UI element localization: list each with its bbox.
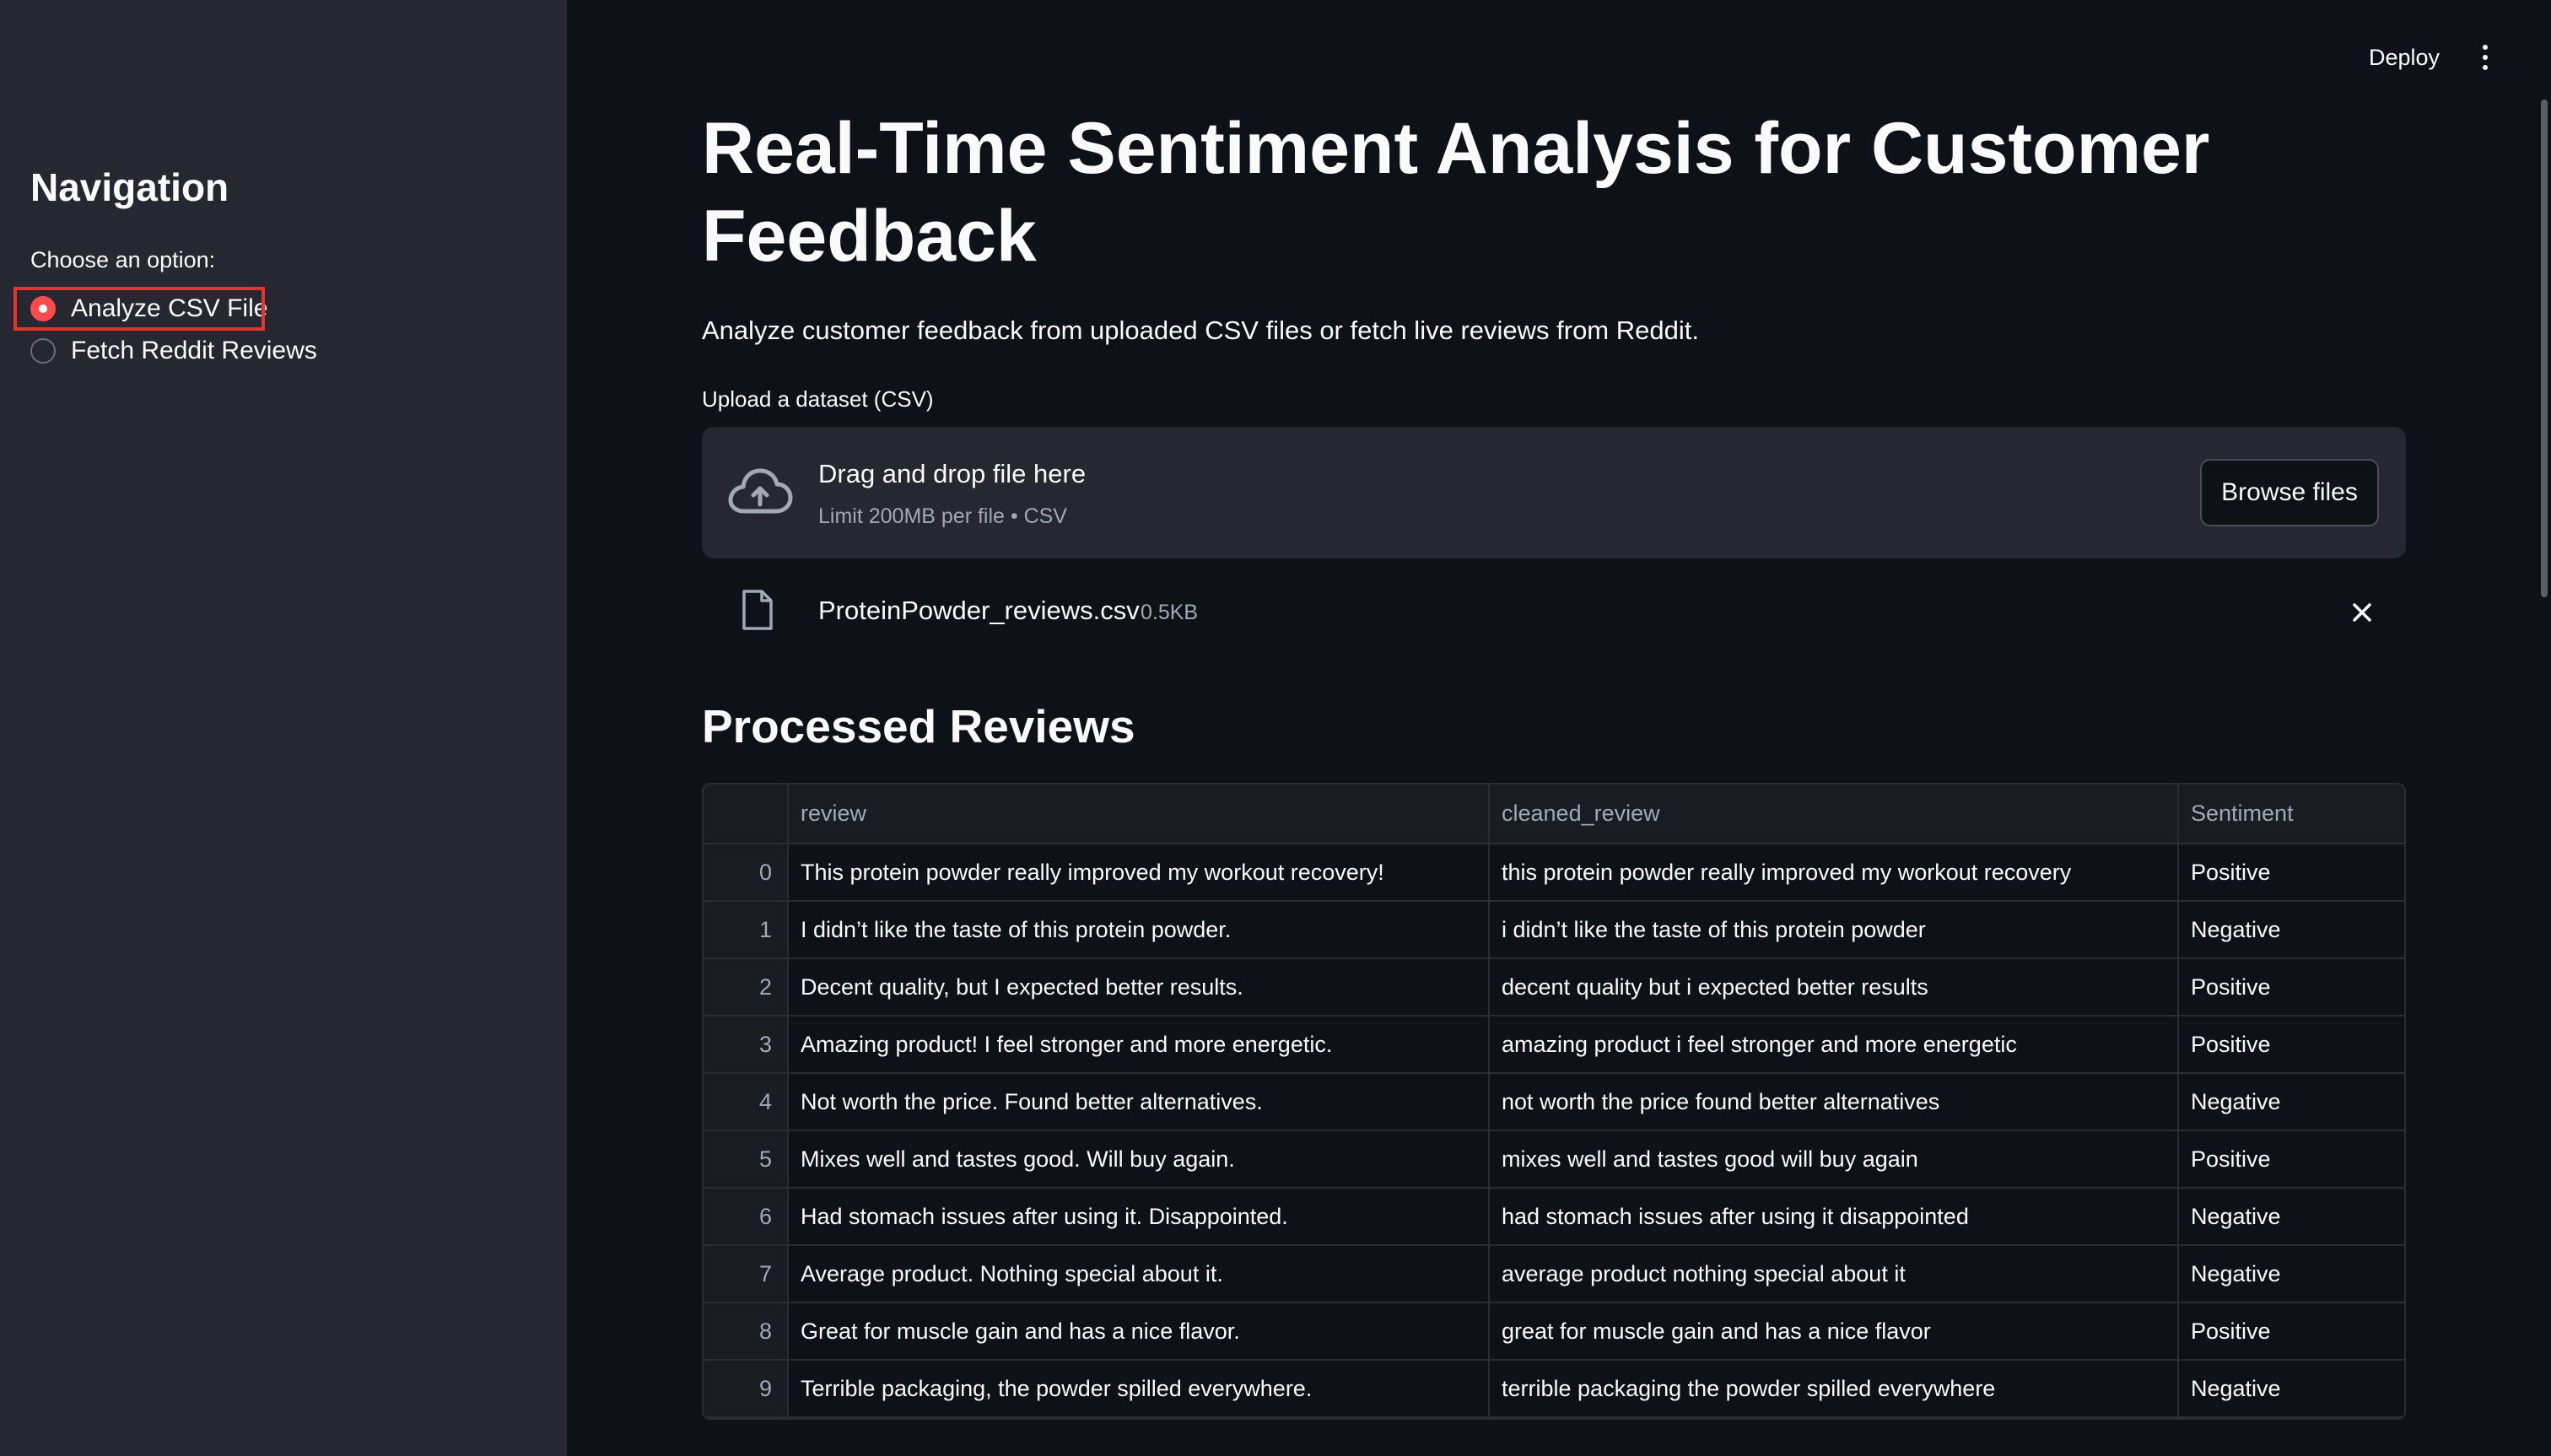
sidebar: Navigation Choose an option: Analyze CSV… — [0, 0, 567, 1456]
review-cell[interactable]: This protein powder really improved my w… — [788, 844, 1490, 902]
sidebar-title: Navigation — [30, 165, 229, 209]
review-cell[interactable]: Mixes well and tastes good. Will buy aga… — [788, 1130, 1490, 1189]
row-index[interactable]: 5 — [704, 1130, 789, 1189]
uploaded-file-name: ProteinPowder_reviews.csv — [818, 596, 1140, 625]
sentiment-cell[interactable]: Negative — [2178, 1245, 2404, 1303]
radio-unselected-icon[interactable] — [30, 338, 56, 364]
review-cell[interactable]: Decent quality, but I expected better re… — [788, 958, 1490, 1017]
sentiment-cell[interactable]: Negative — [2178, 1073, 2404, 1131]
page-title: Real-Time Sentiment Analysis for Custome… — [702, 108, 2210, 277]
row-index[interactable]: 9 — [704, 1360, 789, 1418]
column-header-sentiment[interactable]: Sentiment — [2178, 785, 2404, 844]
row-index[interactable]: 4 — [704, 1073, 789, 1131]
table-row: 2 Decent quality, but I expected better … — [704, 958, 2404, 1017]
section-title: Processed Reviews — [702, 700, 1135, 752]
radio-option-fetch-reddit[interactable]: Fetch Reddit Reviews — [30, 332, 317, 369]
dropzone-title: Drag and drop file here — [818, 459, 1087, 488]
choose-option-label: Choose an option: — [30, 247, 216, 272]
cleaned-review-cell[interactable]: this protein powder really improved my w… — [1489, 844, 2179, 902]
cleaned-review-cell[interactable]: had stomach issues after using it disapp… — [1489, 1188, 2179, 1246]
review-cell[interactable]: Great for muscle gain and has a nice fla… — [788, 1302, 1490, 1361]
cloud-upload-icon — [728, 468, 793, 514]
row-index[interactable]: 7 — [704, 1245, 789, 1303]
column-header-cleaned-review[interactable]: cleaned_review — [1489, 785, 2179, 844]
cleaned-review-cell[interactable]: i didn’t like the taste of this protein … — [1489, 901, 2179, 959]
review-cell[interactable]: Average product. Nothing special about i… — [788, 1245, 1490, 1303]
row-index[interactable]: 8 — [704, 1302, 789, 1361]
scrollbar[interactable] — [2541, 100, 2548, 597]
table-row: 6 Had stomach issues after using it. Dis… — [704, 1188, 2404, 1246]
sentiment-cell[interactable]: Negative — [2178, 901, 2404, 959]
file-dropzone[interactable]: Drag and drop file here Limit 200MB per … — [702, 427, 2406, 558]
browse-files-button[interactable]: Browse files — [2200, 459, 2379, 526]
row-index[interactable]: 6 — [704, 1188, 789, 1246]
sentiment-cell[interactable]: Positive — [2178, 844, 2404, 902]
sentiment-cell[interactable]: Positive — [2178, 1302, 2404, 1361]
review-cell[interactable]: I didn’t like the taste of this protein … — [788, 901, 1490, 959]
annotation-highlight-box — [13, 287, 265, 331]
page-subtitle: Analyze customer feedback from uploaded … — [702, 315, 1699, 345]
table-row: 1 I didn’t like the taste of this protei… — [704, 901, 2404, 959]
column-header-review[interactable]: review — [788, 785, 1490, 844]
reviews-table[interactable]: review cleaned_review Sentiment 0 This p… — [702, 783, 2406, 1420]
row-index[interactable]: 0 — [704, 844, 789, 902]
uploaded-file-row: ProteinPowder_reviews.csv 0.5KB — [702, 582, 2406, 641]
review-cell[interactable]: Had stomach issues after using it. Disap… — [788, 1188, 1490, 1246]
review-cell[interactable]: Terrible packaging, the powder spilled e… — [788, 1360, 1490, 1418]
row-index[interactable]: 2 — [704, 958, 789, 1017]
review-cell[interactable]: Amazing product! I feel stronger and mor… — [788, 1016, 1490, 1074]
radio-label-fetch-reddit[interactable]: Fetch Reddit Reviews — [71, 334, 317, 368]
sentiment-cell[interactable]: Positive — [2178, 958, 2404, 1017]
table-header-row: review cleaned_review Sentiment — [704, 785, 2404, 844]
table-row: 4 Not worth the price. Found better alte… — [704, 1073, 2404, 1131]
sentiment-cell[interactable]: Negative — [2178, 1188, 2404, 1246]
deploy-button[interactable]: Deploy — [2369, 42, 2440, 73]
review-cell[interactable]: Not worth the price. Found better altern… — [788, 1073, 1490, 1131]
table-row: 9 Terrible packaging, the powder spilled… — [704, 1360, 2404, 1418]
cleaned-review-cell[interactable]: terrible packaging the powder spilled ev… — [1489, 1360, 2179, 1418]
kebab-menu-icon[interactable] — [2477, 40, 2494, 74]
table-row: 5 Mixes well and tastes good. Will buy a… — [704, 1130, 2404, 1189]
column-header-index[interactable] — [704, 785, 789, 844]
table-row: 0 This protein powder really improved my… — [704, 844, 2404, 902]
sentiment-cell[interactable]: Positive — [2178, 1016, 2404, 1074]
sentiment-cell[interactable]: Negative — [2178, 1360, 2404, 1418]
cleaned-review-cell[interactable]: mixes well and tastes good will buy agai… — [1489, 1130, 2179, 1189]
table-row: 3 Amazing product! I feel stronger and m… — [704, 1016, 2404, 1074]
upload-label: Upload a dataset (CSV) — [702, 386, 934, 412]
row-index[interactable]: 3 — [704, 1016, 789, 1074]
cleaned-review-cell[interactable]: amazing product i feel stronger and more… — [1489, 1016, 2179, 1074]
file-icon — [742, 590, 773, 630]
row-index[interactable]: 1 — [704, 901, 789, 959]
dropzone-limit: Limit 200MB per file • CSV — [818, 504, 1067, 528]
close-icon[interactable] — [2347, 597, 2377, 628]
cleaned-review-cell[interactable]: decent quality but i expected better res… — [1489, 958, 2179, 1017]
uploaded-file-size: 0.5KB — [1141, 601, 1199, 624]
cleaned-review-cell[interactable]: great for muscle gain and has a nice fla… — [1489, 1302, 2179, 1361]
table-row: 7 Average product. Nothing special about… — [704, 1245, 2404, 1303]
cleaned-review-cell[interactable]: not worth the price found better alterna… — [1489, 1073, 2179, 1131]
cleaned-review-cell[interactable]: average product nothing special about it — [1489, 1245, 2179, 1303]
sentiment-cell[interactable]: Positive — [2178, 1130, 2404, 1189]
table-row: 8 Great for muscle gain and has a nice f… — [704, 1302, 2404, 1361]
